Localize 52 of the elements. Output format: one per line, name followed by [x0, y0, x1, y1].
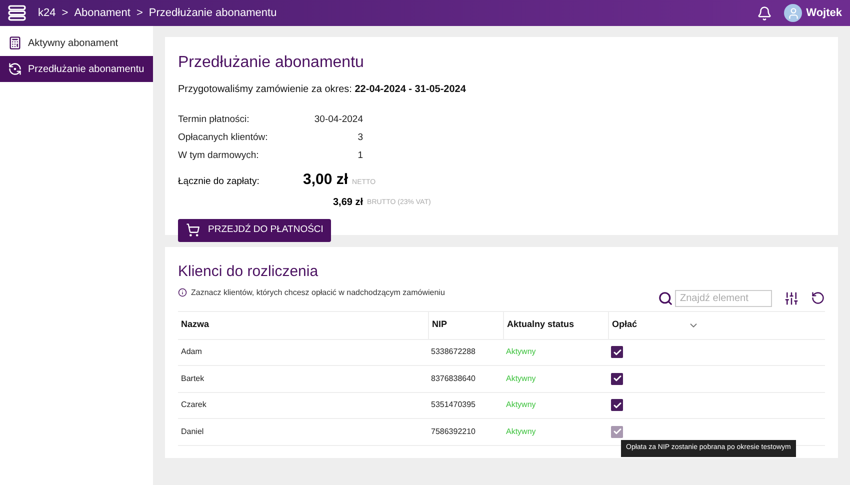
pay-button[interactable]: PRZEJDŹ DO PŁATNOŚCI [178, 218, 332, 242]
checkbox[interactable] [611, 346, 623, 358]
table-cell-text: Czarek [180, 399, 208, 412]
status-text: Aktywny [505, 426, 537, 438]
sidebar-item[interactable]: Aktywny abonament [0, 30, 153, 56]
hint-text: Zaznacz klientów, których chcesz opłacić w nadchodzącym zamówieniu [191, 286, 445, 298]
status-text: Aktywny [505, 346, 537, 358]
sidebar-item-icon [8, 62, 22, 76]
table-cell-text: 5338672288 [430, 346, 476, 358]
table-cell-text: Daniel [180, 426, 205, 438]
cart-icon [186, 223, 200, 237]
search-icon[interactable] [658, 290, 673, 306]
avatar[interactable] [784, 4, 802, 22]
status-text: Aktywny [505, 399, 537, 412]
summary-label: Opłacanych klientów: [178, 130, 269, 145]
column-header[interactable]: Nazwa [181, 318, 210, 332]
breadcrumb[interactable]: k24 [38, 4, 56, 22]
table-cell-text: 5351470395 [430, 399, 476, 412]
checkbox[interactable] [611, 399, 623, 412]
sidebar-item[interactable]: Przedłużanie abonamentu [0, 56, 153, 82]
summary-value: 3 [356, 130, 363, 145]
breadcrumb-separator: > [62, 6, 68, 21]
menu-icon[interactable] [8, 5, 26, 21]
sidebar-item-icon [8, 36, 22, 50]
breadcrumb-separator: > [136, 6, 143, 21]
net-amount: 3,00 zł [303, 170, 348, 190]
table-cell-text: 7586392210 [430, 426, 476, 438]
period-text: Przygotowaliśmy zamówienie za okres: 22-04-2024 - 31-05-2024 [178, 83, 467, 97]
breadcrumb[interactable]: Abonament [74, 4, 130, 22]
search-field[interactable]: Znajdź element [675, 290, 772, 306]
card-title: Przedłużanie abonamentu [178, 53, 365, 73]
summary-label: Łącznie do zapłaty: [178, 175, 260, 190]
summary-label: Termin płatności: [178, 112, 250, 127]
table-cell-text: 8376838640 [430, 372, 476, 385]
table-cell-text: Bartek [180, 372, 206, 385]
breadcrumb: Przedłużanie abonamentu [148, 6, 277, 21]
status-text: Aktywny [505, 372, 537, 385]
card-title: Klienci do rozliczenia [178, 262, 320, 282]
columns-settings-icon[interactable] [784, 290, 799, 306]
column-header[interactable]: Opłać [612, 318, 638, 332]
refresh-icon[interactable] [811, 291, 825, 305]
info-icon [178, 288, 187, 297]
column-header[interactable]: NIP [432, 318, 448, 332]
user-name[interactable]: Wojtek [806, 4, 842, 22]
summary-value: 30-04-2024 [313, 112, 363, 127]
gross-amount: 3,69 zł [333, 196, 364, 210]
column-header[interactable]: Aktualny status [507, 318, 574, 332]
table-cell-text: Adam [180, 346, 203, 358]
checkbox[interactable] [611, 372, 623, 385]
summary-value: 1 [356, 148, 363, 163]
summary-label: W tym darmowych: [178, 148, 260, 163]
bell-icon[interactable] [757, 6, 772, 20]
